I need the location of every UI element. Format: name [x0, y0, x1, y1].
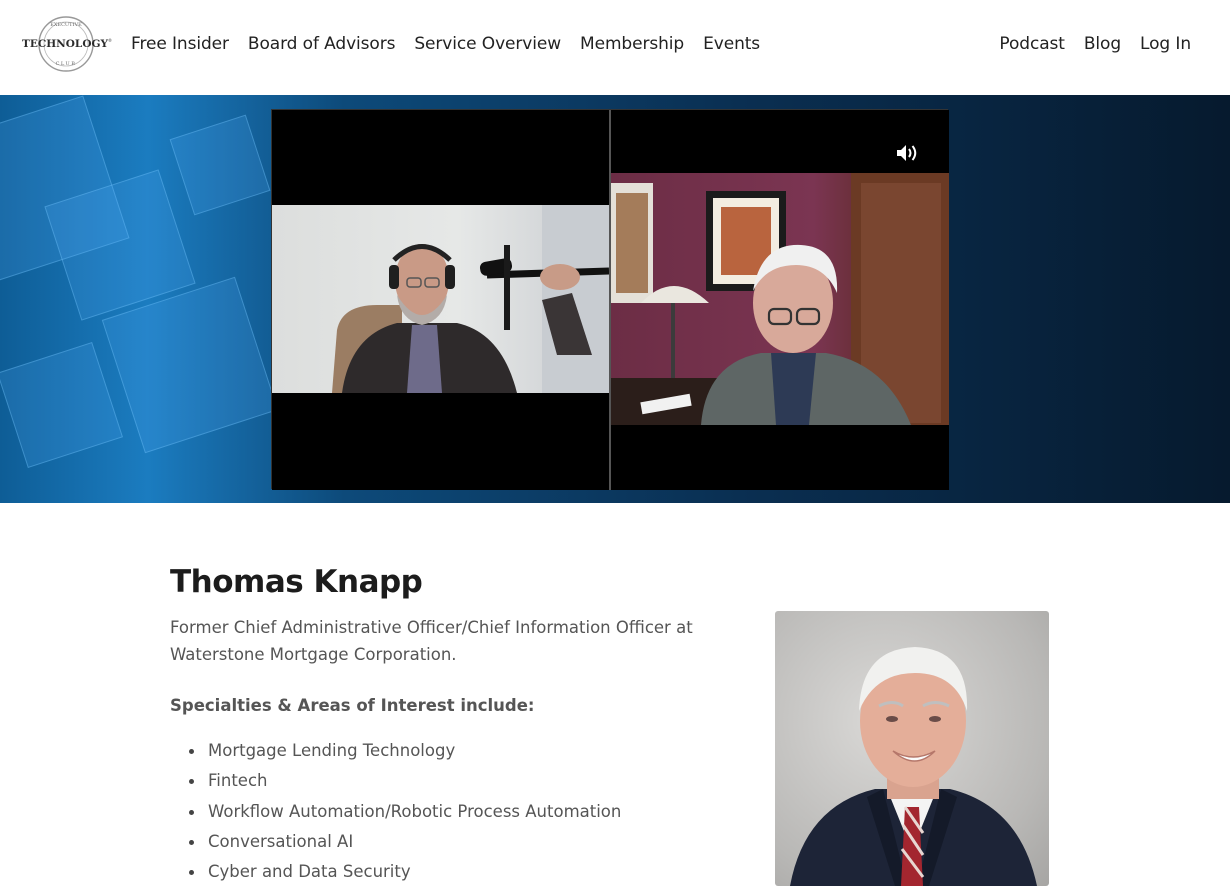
guest-camera-feed — [611, 173, 949, 425]
nav-service-overview[interactable]: Service Overview — [414, 34, 561, 54]
nav-log-in[interactable]: Log In — [1140, 34, 1191, 54]
svg-text:EXECUTIVE: EXECUTIVE — [50, 22, 82, 28]
main-nav: Free Insider Board of Advisors Service O… — [131, 34, 760, 54]
portrait-image — [790, 647, 1037, 886]
nav-blog[interactable]: Blog — [1084, 34, 1121, 54]
video-pane-left — [272, 110, 609, 490]
specialties-list: Mortgage Lending Technology Fintech Work… — [188, 739, 621, 887]
hero-decor-tile — [0, 341, 124, 469]
hero-decor-tile — [169, 114, 271, 216]
list-item: Workflow Automation/Robotic Process Auto… — [188, 800, 621, 830]
svg-text:®: ® — [108, 38, 112, 43]
profile-role: Former Chief Administrative Officer/Chie… — [170, 618, 693, 664]
specialties-heading: Specialties & Areas of Interest include: — [170, 696, 535, 715]
nav-board-of-advisors[interactable]: Board of Advisors — [248, 34, 396, 54]
site-header: EXECUTIVE TECHNOLOGY ® CLUB Free Insider… — [0, 0, 1230, 95]
profile-portrait — [775, 611, 1049, 886]
nav-membership[interactable]: Membership — [580, 34, 684, 54]
secondary-nav: Podcast Blog Log In — [999, 34, 1191, 54]
list-item: Conversational AI — [188, 830, 621, 860]
hero-banner — [0, 95, 1230, 503]
svg-text:TECHNOLOGY: TECHNOLOGY — [22, 38, 108, 50]
executive-technology-club-logo[interactable]: EXECUTIVE TECHNOLOGY ® CLUB — [22, 14, 112, 74]
video-player[interactable] — [271, 109, 949, 490]
nav-podcast[interactable]: Podcast — [999, 34, 1065, 54]
guest-video-frame — [611, 173, 949, 425]
speaker-volume-icon — [897, 145, 917, 161]
list-item: Mortgage Lending Technology — [188, 739, 621, 769]
sound-toggle-button[interactable] — [889, 134, 927, 172]
profile-name: Thomas Knapp — [170, 564, 423, 600]
svg-text:CLUB: CLUB — [56, 61, 77, 67]
host-camera-feed — [272, 205, 609, 393]
host-video-frame — [332, 205, 609, 393]
video-pane-right — [611, 110, 949, 490]
list-item: Fintech — [188, 769, 621, 799]
nav-events[interactable]: Events — [703, 34, 760, 54]
nav-free-insider[interactable]: Free Insider — [131, 34, 229, 54]
list-item: Cyber and Data Security — [188, 860, 621, 887]
